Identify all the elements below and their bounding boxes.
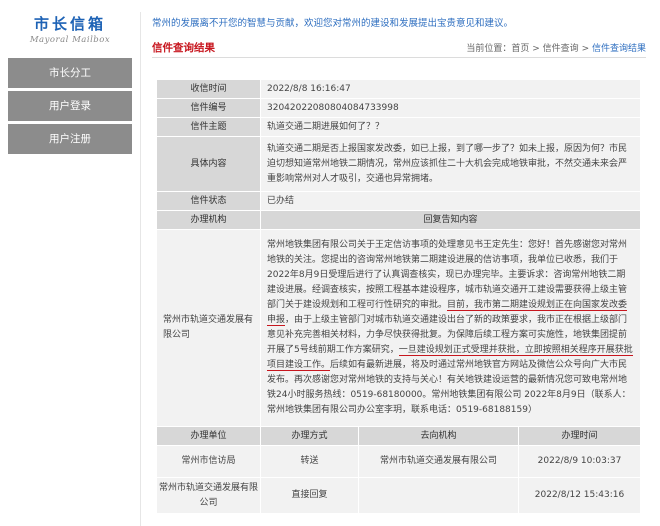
nav-mayor-division[interactable]: 市长分工 xyxy=(8,58,132,88)
process-head-method: 办理方式 xyxy=(260,426,359,446)
breadcrumb-letter-query[interactable]: 信件查询 xyxy=(543,44,579,54)
row-reply-header: 办理机构 回复告知内容 xyxy=(156,210,641,230)
nav-user-login[interactable]: 用户登录 xyxy=(8,91,132,121)
value-letter-id: 32042022080804084733998 xyxy=(260,98,641,118)
welcome-notice: 常州的发展离不开您的智慧与贡献，欢迎您对常州的建设和发展提出宝贵意见和建议。 xyxy=(152,18,514,29)
process-unit: 常州市轨道交通发展有限公司 xyxy=(156,477,261,514)
breadcrumb-prefix: 当前位置： xyxy=(466,44,512,54)
process-destination xyxy=(358,477,519,514)
label-status: 信件状态 xyxy=(156,191,261,211)
label-org: 办理机构 xyxy=(156,210,261,230)
label-subject: 信件主题 xyxy=(156,117,261,137)
reply-text: 常州地铁集团有限公司关于王定信访事项的处理意见书王定先生：您好！首先感谢您对常州… xyxy=(260,229,641,427)
process-method: 转送 xyxy=(260,445,359,478)
process-time: 2022/8/12 15:43:16 xyxy=(518,477,641,514)
title-divider xyxy=(152,57,646,58)
process-unit: 常州市信访局 xyxy=(156,445,261,478)
breadcrumb: 当前位置：首页 > 信件查询 > 信件查询结果 xyxy=(466,41,646,54)
breadcrumb-current[interactable]: 信件查询结果 xyxy=(592,44,646,54)
process-head-unit: 办理单位 xyxy=(156,426,261,446)
row-status: 信件状态 已办结 xyxy=(156,191,641,211)
value-receive-time: 2022/8/8 16:16:47 xyxy=(260,79,641,99)
row-content: 具体内容 轨道交通二期是否上报国家发改委，如已上报，到了哪一步了？如未上报，原因… xyxy=(156,136,641,192)
value-org: 常州市轨道交通发展有限公司 xyxy=(156,229,261,427)
sidebar: 市长信箱 Mayoral Mailbox 市长分工 用户登录 用户注册 xyxy=(0,0,140,526)
process-head-destination: 去向机构 xyxy=(358,426,519,446)
process-destination: 常州市轨道交通发展有限公司 xyxy=(358,445,519,478)
value-status: 已办结 xyxy=(260,191,641,211)
breadcrumb-home[interactable]: 首页 xyxy=(511,44,529,54)
logo-title: 市长信箱 xyxy=(33,15,106,33)
table-row: 常州市信访局 转送 常州市轨道交通发展有限公司 2022/8/9 10:03:3… xyxy=(156,445,641,478)
value-subject: 轨道交通二期进展如何了？？ xyxy=(260,117,641,137)
page-title: 信件查询结果 xyxy=(152,42,215,54)
process-method: 直接回复 xyxy=(260,477,359,514)
mailbox-logo[interactable]: 市长信箱 Mayoral Mailbox xyxy=(8,14,132,46)
process-head-time: 办理时间 xyxy=(518,426,641,446)
label-receive-time: 收信时间 xyxy=(156,79,261,99)
row-subject: 信件主题 轨道交通二期进展如何了？？ xyxy=(156,117,641,137)
row-letter-id: 信件编号 32042022080804084733998 xyxy=(156,98,641,118)
letter-details-table: 收信时间 2022/8/8 16:16:47 信件编号 320420220808… xyxy=(156,79,641,514)
sidebar-divider xyxy=(140,12,141,526)
row-reply: 常州市轨道交通发展有限公司 常州地铁集团有限公司关于王定信访事项的处理意见书王定… xyxy=(156,229,641,427)
breadcrumb-sep: > xyxy=(532,44,540,54)
label-content: 具体内容 xyxy=(156,136,261,192)
nav-user-register[interactable]: 用户注册 xyxy=(8,124,132,154)
table-row: 常州市轨道交通发展有限公司 直接回复 2022/8/12 15:43:16 xyxy=(156,477,641,514)
breadcrumb-sep: > xyxy=(581,44,590,54)
row-receive-time: 收信时间 2022/8/8 16:16:47 xyxy=(156,79,641,99)
logo-subtitle: Mayoral Mailbox xyxy=(29,35,111,45)
process-time: 2022/8/9 10:03:37 xyxy=(518,445,641,478)
process-header-row: 办理单位 办理方式 去向机构 办理时间 xyxy=(156,426,641,446)
label-reply-content: 回复告知内容 xyxy=(260,210,641,230)
value-content: 轨道交通二期是否上报国家发改委，如已上报，到了哪一步了？如未上报，原因为何？市民… xyxy=(260,136,641,192)
label-letter-id: 信件编号 xyxy=(156,98,261,118)
